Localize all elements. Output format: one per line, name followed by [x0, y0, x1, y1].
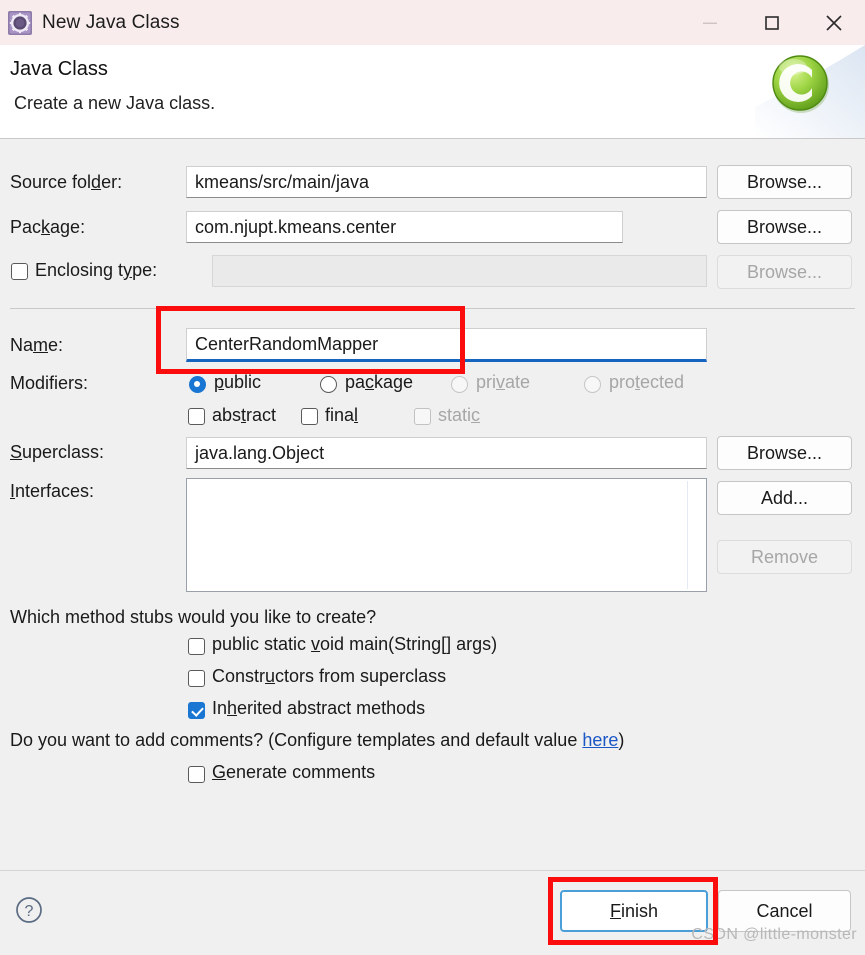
- page-title: Java Class: [10, 58, 108, 80]
- browse-label: Browse...: [746, 216, 823, 237]
- modifier-label-final: final: [325, 405, 359, 425]
- source-folder-input[interactable]: kmeans/src/main/java: [186, 166, 707, 198]
- listbox-divider: [687, 481, 688, 589]
- finish-label: Finish: [609, 900, 659, 921]
- generate-comments-label: Generate comments: [212, 762, 376, 782]
- package-browse-button[interactable]: Browse...: [717, 210, 852, 244]
- enclosing-type-checkbox[interactable]: [11, 263, 28, 280]
- help-question-icon[interactable]: ?: [14, 895, 44, 930]
- window-controls: [679, 0, 865, 45]
- configure-templates-link[interactable]: here: [582, 730, 618, 750]
- watermark: CSDN @little-monster: [691, 926, 857, 943]
- enclosing-type-browse-button: Browse...: [717, 255, 852, 289]
- new-java-class-dialog: New Java Class Java Class Create a new J…: [0, 0, 865, 955]
- stub-checkbox-constructors[interactable]: [188, 670, 205, 687]
- modifier-label-protected: protected: [609, 372, 685, 392]
- interfaces-add-button[interactable]: Add...: [717, 481, 852, 515]
- finish-button[interactable]: Finish: [560, 890, 708, 932]
- enclosing-type-input: [212, 255, 707, 287]
- superclass-label: Superclass:: [10, 442, 105, 462]
- method-stubs-question: Which method stubs would you like to cre…: [10, 607, 377, 627]
- modifier-label-static: static: [438, 405, 481, 425]
- close-button[interactable]: [803, 0, 865, 45]
- browse-label: Browse...: [746, 442, 823, 463]
- maximize-button[interactable]: [741, 0, 803, 45]
- java-class-wizard-icon: [7, 10, 33, 36]
- comments-question: Do you want to add comments? (Configure …: [10, 730, 625, 750]
- source-folder-label: Source folder:: [10, 172, 123, 192]
- generate-comments-checkbox[interactable]: [188, 766, 205, 783]
- page-subtitle: Create a new Java class.: [14, 93, 216, 113]
- modifier-radio-package[interactable]: [320, 376, 337, 393]
- source-folder-browse-button[interactable]: Browse...: [717, 165, 852, 199]
- svg-text:?: ?: [25, 903, 34, 920]
- modifier-radio-public[interactable]: [189, 376, 206, 393]
- package-label: Package:: [10, 217, 86, 237]
- modifiers-label: Modifiers:: [10, 373, 89, 393]
- modifier-label-private: private: [476, 372, 531, 392]
- close-icon: [822, 11, 846, 35]
- stub-label-inherited-abstract: Inherited abstract methods: [212, 698, 426, 718]
- browse-label: Browse...: [746, 171, 823, 192]
- modifier-checkbox-abstract[interactable]: [188, 408, 205, 425]
- modifier-label-package: package: [345, 372, 414, 392]
- modifier-checkbox-final[interactable]: [301, 408, 318, 425]
- minimize-button[interactable]: [679, 0, 741, 45]
- browse-label: Browse...: [746, 261, 823, 282]
- green-c-circle-icon: [755, 45, 865, 138]
- interfaces-label: Interfaces:: [10, 481, 95, 501]
- wizard-header: Java Class Create a new Java class.: [0, 45, 865, 139]
- window-title: New Java Class: [42, 11, 180, 33]
- stub-label-main-method: public static void main(String[] args): [212, 634, 498, 654]
- name-label: Name:: [10, 335, 64, 355]
- remove-label: Remove: [750, 546, 819, 567]
- modifier-radio-protected: [584, 376, 601, 393]
- interfaces-remove-button: Remove: [717, 540, 852, 574]
- interfaces-listbox[interactable]: [186, 478, 707, 592]
- maximize-icon: [761, 12, 783, 34]
- section-separator: [10, 308, 855, 309]
- enclosing-type-label: Enclosing type:: [35, 260, 158, 280]
- cancel-label: Cancel: [756, 900, 813, 921]
- title-bar: New Java Class: [0, 0, 865, 45]
- stub-checkbox-main-method[interactable]: [188, 638, 205, 655]
- superclass-input[interactable]: java.lang.Object: [186, 437, 707, 469]
- wizard-body: Source folder: kmeans/src/main/java Brow…: [0, 140, 865, 870]
- add-label: Add...: [760, 487, 809, 508]
- class-name-input[interactable]: CenterRandomMapper: [186, 328, 707, 362]
- modifier-radio-private: [451, 376, 468, 393]
- superclass-browse-button[interactable]: Browse...: [717, 436, 852, 470]
- modifier-label-abstract: abstract: [212, 405, 277, 425]
- minimize-icon: [699, 12, 721, 34]
- package-input[interactable]: com.njupt.kmeans.center: [186, 211, 623, 243]
- modifier-label-public: public: [214, 372, 262, 392]
- stub-label-constructors: Constructors from superclass: [212, 666, 447, 686]
- stub-checkbox-inherited-abstract[interactable]: [188, 702, 205, 719]
- modifier-checkbox-static: [414, 408, 431, 425]
